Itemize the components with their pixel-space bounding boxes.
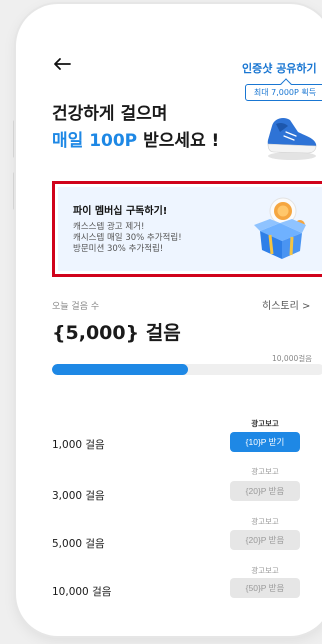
sneaker-icon	[267, 118, 317, 160]
reward-button[interactable]: {20}P 받음	[230, 530, 300, 550]
page-title-line2: 매일 100P 받으세요 !	[52, 126, 219, 151]
step-progress-bar	[52, 364, 322, 375]
step-progress-fill	[52, 364, 188, 375]
promo-title: 파이 멤버십 구독하기!	[73, 206, 168, 217]
reward-button[interactable]: {50}P 받음	[230, 578, 300, 598]
ad-label: 광고보고	[251, 419, 279, 428]
history-link[interactable]: 히스토리 >	[262, 297, 310, 312]
reward-button[interactable]: {20}P 받음	[230, 481, 300, 501]
phone-screen: 인증샷 공유하기 최대 7,000P 획득 건강하게 걸으며 매일 100P 받…	[16, 4, 322, 636]
ad-label: 광고보고	[251, 566, 279, 575]
arrow-left-icon[interactable]	[52, 56, 72, 72]
membership-promo-banner[interactable]: 파이 멤버십 구독하기! 캐스스텝 광고 제거! 캐시스텝 매일 30% 추가적…	[52, 181, 322, 277]
promo-line: 캐스스텝 광고 제거!	[73, 222, 145, 232]
promo-line: 캐시스텝 매일 30% 추가적립!	[73, 233, 182, 243]
ad-label: 광고보고	[251, 517, 279, 526]
share-photo-link[interactable]: 인증샷 공유하기	[242, 60, 317, 76]
today-steps-label: 오늘 걸음 수	[52, 302, 100, 312]
milestone-label: 3,000 걸음	[52, 490, 105, 502]
gift-box-icon	[254, 197, 306, 259]
title-rest: 받으세요 !	[137, 131, 220, 151]
title-highlight: 매일 100P	[52, 131, 138, 151]
milestone-label: 5,000 걸음	[52, 538, 105, 550]
ad-label: 광고보고	[251, 467, 279, 476]
reward-button[interactable]: {10}P 받기	[230, 432, 300, 452]
page-title-line1: 건강하게 걸으며	[52, 104, 168, 124]
max-points-badge: 최대 7,000P 획득	[245, 84, 322, 101]
milestone-label: 1,000 걸음	[52, 439, 105, 451]
promo-line: 방문미션 30% 추가적립!	[73, 244, 164, 254]
goal-label: 10,000걸음	[272, 354, 313, 363]
step-count: {5,000} 걸음	[52, 322, 181, 344]
milestone-label: 10,000 걸음	[52, 586, 112, 598]
